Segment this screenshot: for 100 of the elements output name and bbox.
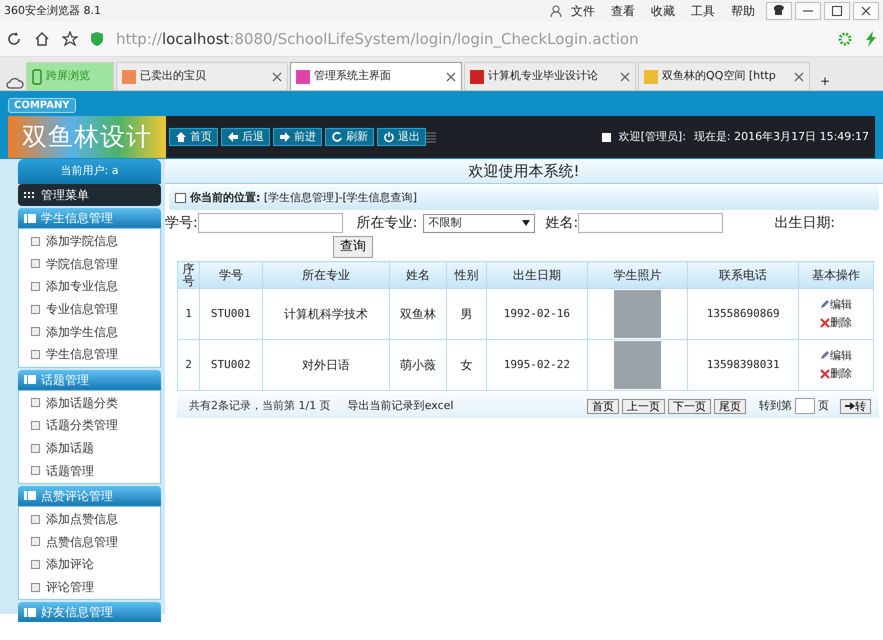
nav-button[interactable]: 退出 — [377, 128, 426, 146]
pencil-icon — [820, 350, 830, 360]
cross-icon — [820, 368, 830, 379]
tab-favicon-icon — [470, 70, 484, 84]
photo-placeholder — [614, 290, 662, 338]
table-cell: 计算机科学技术 — [262, 288, 390, 340]
left-arrow-icon — [227, 131, 239, 143]
browser-tab[interactable]: 管理系统主界面 — [290, 62, 462, 90]
page-label: 页 — [818, 398, 829, 414]
table-cell: STU002 — [200, 340, 262, 390]
record-summary: 共有2条记录，当前第 1/1 页 — [189, 398, 331, 414]
menu-item[interactable]: 话题管理 — [19, 459, 160, 482]
tab-favicon-icon — [296, 70, 310, 84]
menu-item[interactable]: 添加专业信息 — [19, 275, 160, 298]
user-icon[interactable] — [549, 4, 563, 18]
table-cell: 13598398031 — [688, 340, 799, 390]
menu-item[interactable]: 点赞信息管理 — [19, 530, 160, 554]
page-icon — [31, 236, 40, 246]
star-icon[interactable] — [62, 31, 78, 47]
nav-button[interactable]: 前进 — [273, 128, 322, 146]
field-label: 姓名: — [545, 214, 578, 232]
edit-link[interactable]: 编辑 — [820, 296, 852, 313]
menu-item[interactable]: 添加评论 — [19, 553, 160, 576]
menu-item[interactable]: 添加学生信息 — [19, 320, 160, 343]
delete-link[interactable]: 删除 — [820, 315, 852, 332]
export-link[interactable]: 导出当前记录到excel — [348, 398, 454, 414]
lightning-icon[interactable] — [865, 31, 877, 47]
delete-link[interactable]: 删除 — [820, 366, 852, 382]
power-icon — [383, 131, 395, 143]
new-tab-button[interactable]: + — [820, 72, 830, 90]
major-select[interactable]: 不限制 — [423, 214, 536, 232]
pager-button[interactable]: 下一页 — [668, 398, 711, 414]
close-icon[interactable] — [859, 4, 873, 18]
browser-tab[interactable]: 双鱼林的QQ空间 [http — [638, 62, 810, 90]
menu-item[interactable]: 评论管理 — [19, 576, 160, 598]
table-cell: 女 — [446, 340, 486, 390]
edit-link[interactable]: 编辑 — [820, 348, 852, 364]
cross-icon — [820, 318, 830, 328]
column-header: 联系电话 — [688, 262, 799, 288]
menu-item[interactable]: 查看 — [611, 2, 635, 20]
nav-button[interactable]: 首页 — [169, 128, 218, 146]
grip-icon — [426, 131, 436, 143]
menu-item[interactable]: 工具 — [691, 2, 715, 20]
welcome-banner: 欢迎使用本系统! — [165, 159, 883, 184]
maximize-icon[interactable] — [830, 4, 844, 18]
company-label: COMPANY — [8, 98, 76, 113]
menu-item[interactable]: 话题分类管理 — [19, 414, 160, 437]
home-icon[interactable] — [34, 31, 50, 47]
menu-item[interactable]: 学生信息管理 — [19, 342, 160, 366]
table-cell: 男 — [446, 288, 486, 340]
shirt-icon[interactable] — [772, 4, 786, 18]
table-cell: 2 — [178, 340, 200, 390]
table-cell: 对外日语 — [262, 340, 390, 390]
page-icon — [31, 398, 40, 408]
reload-icon[interactable] — [6, 31, 22, 47]
home-icon — [175, 131, 187, 143]
current-user-bar: 当前用户: a — [18, 159, 161, 184]
input-field[interactable] — [578, 213, 724, 233]
nav-button[interactable]: 刷新 — [325, 128, 374, 146]
menu-item[interactable]: 添加话题 — [19, 436, 160, 460]
nav-button[interactable]: 后退 — [221, 128, 270, 146]
menu-item[interactable]: 文件 — [571, 2, 595, 20]
close-icon[interactable] — [446, 72, 456, 82]
logo: 双鱼林设计 — [8, 116, 166, 158]
panel-icon — [24, 214, 36, 222]
pager-button[interactable]: 尾页 — [714, 398, 746, 414]
column-header: 学生照片 — [588, 262, 688, 288]
pager-button[interactable]: 首页 — [587, 398, 619, 414]
table-cell: 双鱼林 — [390, 288, 447, 340]
browser-tab[interactable]: 计算机专业毕业设计论 — [464, 62, 636, 90]
field-label: 学号: — [165, 214, 198, 232]
menu-item[interactable]: 添加学院信息 — [19, 230, 160, 253]
table-cell: 13558690869 — [688, 288, 799, 340]
query-button[interactable]: 查询 — [333, 236, 373, 258]
square-icon — [602, 132, 611, 142]
page-icon — [31, 582, 40, 592]
column-header: 序号 — [178, 262, 200, 288]
column-header: 姓名 — [390, 262, 447, 288]
breadcrumb: 你当前的位置: [学生信息管理]-[学生信息查询] — [190, 190, 418, 206]
cloud-icon[interactable] — [6, 76, 24, 90]
menu-item[interactable]: 专业信息管理 — [19, 298, 160, 320]
shield-icon — [90, 31, 104, 47]
menu-item[interactable]: 收藏 — [651, 2, 675, 20]
menu-item[interactable]: 帮助 — [731, 2, 755, 20]
menu-item[interactable]: 添加点赞信息 — [19, 508, 160, 531]
menu-item[interactable]: 添加话题分类 — [19, 392, 160, 414]
right-arrow-icon — [845, 402, 855, 410]
page-input[interactable] — [795, 398, 815, 414]
menu-title: 管理菜单 — [18, 184, 161, 206]
goto-label: 转到第 — [759, 398, 792, 414]
go-button[interactable]: 转 — [840, 398, 871, 414]
input-field[interactable] — [198, 213, 343, 233]
menu-item[interactable]: 学院信息管理 — [19, 252, 160, 276]
page-icon — [31, 259, 40, 268]
column-header: 学号 — [200, 262, 262, 288]
browser-tab[interactable]: 已卖出的宝贝 — [116, 62, 288, 90]
page-icon — [31, 282, 40, 291]
table-cell: 1995-02-22 — [486, 340, 588, 390]
pager-button[interactable]: 上一页 — [622, 398, 665, 414]
phone-icon — [32, 68, 42, 84]
